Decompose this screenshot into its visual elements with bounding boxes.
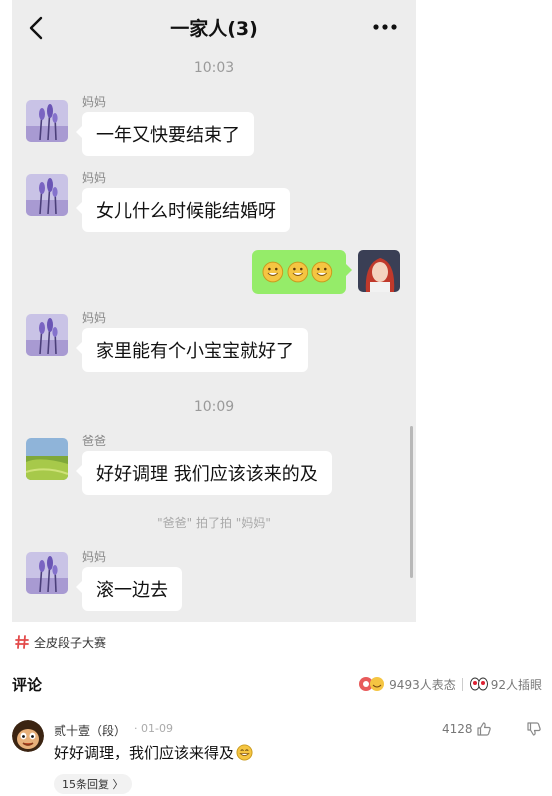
avatar-dad[interactable] bbox=[26, 438, 68, 480]
avatar-daughter[interactable] bbox=[358, 250, 400, 292]
comments-header: 评论 9493人表态 92人插眼 bbox=[0, 668, 552, 704]
lavender-avatar-icon bbox=[26, 100, 68, 142]
more-icon[interactable] bbox=[372, 16, 398, 38]
view-replies-button[interactable]: 15条回复 〉 bbox=[54, 774, 132, 794]
comment-text: 好好调理，我们应该来得及 bbox=[54, 744, 235, 762]
reactions-count: 9493人表态 bbox=[389, 677, 456, 692]
smiley-icon bbox=[287, 261, 308, 283]
thumbs-down-icon[interactable] bbox=[526, 721, 542, 737]
chat-screenshot: 一家人(3) 10:03 妈妈 一年又快要结束了 妈妈 女儿什么时候能结婚呀 妈… bbox=[12, 0, 416, 622]
sender-name: 妈妈 bbox=[82, 550, 107, 564]
sender-name: 妈妈 bbox=[82, 311, 107, 325]
thumbs-up-icon bbox=[476, 722, 491, 736]
comments-title: 评论 bbox=[12, 676, 43, 694]
timestamp: 10:03 bbox=[193, 60, 235, 76]
comment-text-row: 好好调理，我们应该来得及 bbox=[54, 742, 253, 763]
chat-header: 一家人(3) bbox=[12, 0, 416, 56]
message-bubble[interactable]: 滚一边去 bbox=[76, 567, 182, 611]
message-bubble[interactable]: 女儿什么时候能结婚呀 bbox=[76, 188, 290, 232]
lavender-avatar-icon bbox=[26, 314, 68, 356]
sender-name: 妈妈 bbox=[82, 171, 107, 185]
timestamp: 10:09 bbox=[193, 399, 235, 415]
cartoon-girl-avatar-icon bbox=[358, 250, 400, 292]
landscape-avatar-icon bbox=[26, 438, 68, 480]
avatar-mom[interactable] bbox=[26, 552, 68, 594]
smiley-icon bbox=[262, 261, 284, 283]
chat-scrollbar[interactable] bbox=[410, 426, 413, 578]
message-bubble[interactable]: 好好调理 我们应该该来的及 bbox=[76, 451, 332, 495]
eyes-icon bbox=[469, 677, 488, 691]
comment-item: 贰十壹（段） · 01-09 4128 好好调理，我们应该来得及 15条回复 〉 bbox=[0, 712, 552, 796]
divider bbox=[461, 677, 463, 691]
pat-notification: "爸爸" 拍了拍 "妈妈" bbox=[157, 516, 271, 530]
like-button[interactable]: 4128 bbox=[442, 721, 492, 737]
hash-icon bbox=[15, 635, 29, 649]
saw-count: 92人插眼 bbox=[490, 677, 542, 692]
reaction-emojis-icon bbox=[359, 677, 385, 691]
lavender-avatar-icon bbox=[26, 174, 68, 216]
my-message-bubble[interactable] bbox=[252, 250, 352, 294]
avatar-mom[interactable] bbox=[26, 314, 68, 356]
chat-title: 一家人(3) bbox=[170, 18, 258, 40]
grin-emoji-icon bbox=[236, 744, 253, 761]
smiley-icon bbox=[311, 261, 333, 283]
message-bubble[interactable]: 家里能有个小宝宝就好了 bbox=[76, 328, 308, 372]
cartoon-face-avatar-icon bbox=[12, 720, 44, 752]
topic-tag[interactable]: 全皮段子大赛 bbox=[14, 631, 106, 653]
like-count: 4128 bbox=[442, 722, 473, 736]
sender-name: 妈妈 bbox=[82, 95, 107, 109]
lavender-avatar-icon bbox=[26, 552, 68, 594]
commenter-name[interactable]: 贰十壹（段） bbox=[54, 722, 126, 739]
topic-label: 全皮段子大赛 bbox=[34, 635, 107, 650]
sender-name: 爸爸 bbox=[82, 434, 107, 448]
avatar-mom[interactable] bbox=[26, 100, 68, 142]
comment-date: · 01-09 bbox=[134, 722, 173, 735]
avatar-mom[interactable] bbox=[26, 174, 68, 216]
reactions-summary[interactable]: 9493人表态 92人插眼 bbox=[357, 674, 542, 694]
message-bubble[interactable]: 一年又快要结束了 bbox=[76, 112, 254, 156]
commenter-avatar[interactable] bbox=[12, 720, 44, 752]
